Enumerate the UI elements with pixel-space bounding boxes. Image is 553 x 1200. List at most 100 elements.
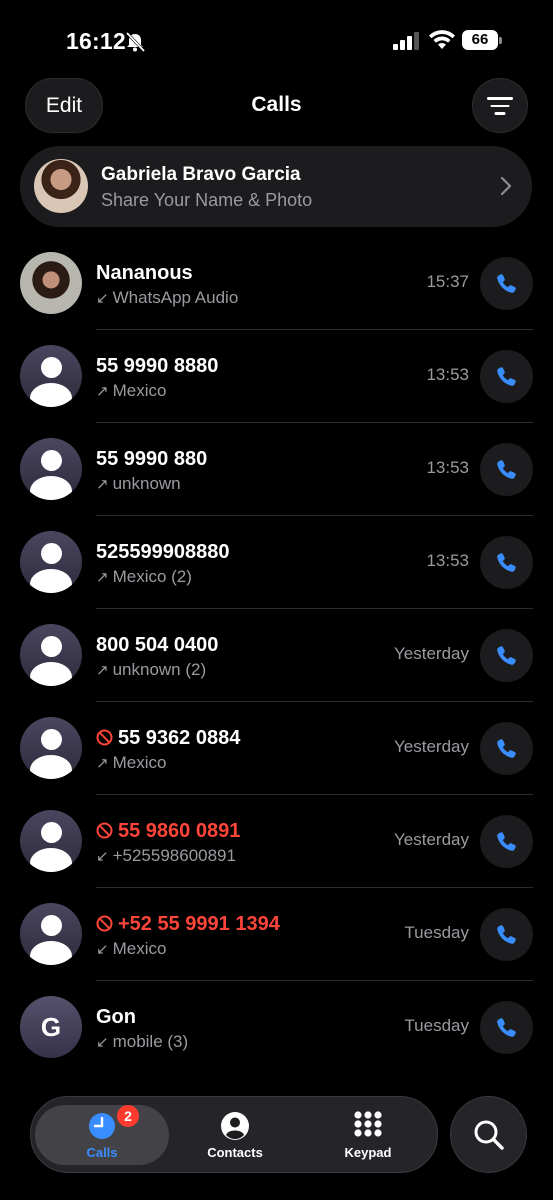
- call-row[interactable]: 55 9860 0891 ↙ +525598600891 Yesterday: [0, 810, 553, 903]
- call-row[interactable]: +52 55 9991 1394 ↙ Mexico Tuesday: [0, 903, 553, 996]
- call-back-button[interactable]: [480, 722, 533, 775]
- call-detail-text: Mexico: [112, 381, 167, 400]
- row-divider: [96, 887, 533, 888]
- tab-contacts[interactable]: Contacts: [168, 1105, 302, 1165]
- search-icon: [474, 1120, 504, 1150]
- row-divider: [96, 701, 533, 702]
- caller-name: 800 504 0400: [96, 634, 218, 657]
- call-detail: ↙ mobile (3): [96, 1032, 188, 1052]
- my-card[interactable]: Gabriela Bravo Garcia Share Your Name & …: [20, 146, 532, 227]
- call-detail-text: unknown: [112, 474, 181, 493]
- battery-indicator: 66: [462, 30, 502, 50]
- call-back-button[interactable]: [480, 257, 533, 310]
- person-circle-icon: [221, 1112, 249, 1140]
- call-row[interactable]: 55 9362 0884 ↗ Mexico Yesterday: [0, 717, 553, 810]
- profile-subtitle: Share Your Name & Photo: [101, 190, 313, 210]
- call-row[interactable]: G Gon ↙ mobile (3) Tuesday: [0, 996, 553, 1089]
- call-time: 15:37: [426, 272, 469, 291]
- call-detail: ↗ Mexico: [96, 753, 166, 773]
- profile-avatar: [34, 159, 88, 213]
- status-time: 16:12: [66, 28, 126, 54]
- person-icon: [20, 903, 82, 965]
- call-detail-text: Mexico: [112, 939, 167, 958]
- incoming-arrow-icon: ↙: [96, 290, 109, 307]
- caller-name: 55 9990 8880: [96, 355, 218, 378]
- call-detail-text: unknown (2): [112, 660, 207, 679]
- outgoing-arrow-icon: ↗: [96, 476, 109, 493]
- profile-name: Gabriela Bravo Garcia: [101, 164, 301, 185]
- page-title: Calls: [251, 93, 302, 116]
- call-detail: ↗ Mexico (2): [96, 567, 192, 587]
- call-back-button[interactable]: [480, 350, 533, 403]
- call-detail: ↙ +525598600891: [96, 846, 236, 866]
- blocked-icon: [96, 820, 118, 842]
- caller-name-text: Gon: [96, 1006, 136, 1028]
- incoming-arrow-icon: ↙: [96, 848, 109, 865]
- tab-calls[interactable]: 2 Calls: [35, 1105, 169, 1165]
- contact-initial-avatar: G: [20, 996, 82, 1058]
- person-icon: [20, 717, 82, 779]
- call-detail: ↙ Mexico: [96, 939, 166, 959]
- call-row[interactable]: 55 9990 8880 ↗ Mexico 13:53: [0, 345, 553, 438]
- call-back-button[interactable]: [480, 1001, 533, 1054]
- outgoing-arrow-icon: ↗: [96, 662, 109, 679]
- call-back-button[interactable]: [480, 815, 533, 868]
- call-detail-text: mobile (3): [112, 1032, 189, 1051]
- person-icon: [20, 345, 82, 407]
- person-icon: [20, 531, 82, 593]
- call-time: 13:53: [426, 551, 469, 570]
- battery-level: 66: [462, 30, 498, 50]
- call-back-button[interactable]: [480, 536, 533, 589]
- row-divider: [96, 422, 533, 423]
- chevron-right-icon: [500, 176, 512, 196]
- cellular-signal-icon: [393, 32, 419, 50]
- tab-bar: 2 Calls Contacts Keypad: [30, 1096, 438, 1173]
- row-divider: [96, 515, 533, 516]
- caller-name: 525599908880: [96, 541, 229, 564]
- outgoing-arrow-icon: ↗: [96, 569, 109, 586]
- wifi-icon: [429, 30, 455, 49]
- call-time: Tuesday: [404, 923, 469, 942]
- call-detail-text: +525598600891: [112, 846, 236, 865]
- incoming-arrow-icon: ↙: [96, 941, 109, 958]
- call-row[interactable]: 800 504 0400 ↗ unknown (2) Yesterday: [0, 624, 553, 717]
- tab-keypad[interactable]: Keypad: [301, 1105, 435, 1165]
- tab-calls-label: Calls: [86, 1145, 118, 1160]
- call-detail: ↗ unknown: [96, 474, 181, 494]
- call-detail: ↗ unknown (2): [96, 660, 206, 680]
- call-time: 13:53: [426, 458, 469, 477]
- person-icon: [20, 624, 82, 686]
- caller-name-text: 800 504 0400: [96, 634, 219, 656]
- caller-name-text: 55 9362 0884: [118, 727, 241, 749]
- contact-photo: [20, 252, 82, 314]
- filter-icon: [487, 97, 513, 100]
- person-icon: [20, 810, 82, 872]
- caller-name-text: 55 9990 880: [96, 448, 208, 470]
- call-time: 13:53: [426, 365, 469, 384]
- blocked-icon: [96, 727, 118, 749]
- row-divider: [96, 329, 533, 330]
- call-row[interactable]: 55 9990 880 ↗ unknown 13:53: [0, 438, 553, 531]
- bell-slash-icon: [125, 31, 146, 53]
- call-back-button[interactable]: [480, 443, 533, 496]
- call-time: Yesterday: [394, 644, 469, 663]
- keypad-icon: [354, 1111, 382, 1137]
- caller-name: 55 9990 880: [96, 448, 207, 471]
- call-row[interactable]: 525599908880 ↗ Mexico (2) 13:53: [0, 531, 553, 624]
- call-back-button[interactable]: [480, 629, 533, 682]
- call-back-button[interactable]: [480, 908, 533, 961]
- call-row[interactable]: Nananous ↙ WhatsApp Audio 15:37: [0, 252, 553, 345]
- person-icon: [20, 438, 82, 500]
- tab-contacts-label: Contacts: [207, 1145, 263, 1160]
- search-button[interactable]: [450, 1096, 527, 1173]
- caller-name: +52 55 9991 1394: [96, 913, 280, 936]
- status-bar: 16:12 66: [0, 0, 553, 80]
- caller-name-text: 55 9990 8880: [96, 355, 219, 377]
- outgoing-arrow-icon: ↗: [96, 755, 109, 772]
- filter-button[interactable]: [472, 78, 528, 133]
- incoming-arrow-icon: ↙: [96, 1034, 109, 1051]
- caller-name: Nananous: [96, 262, 193, 285]
- caller-name: Gon: [96, 1006, 136, 1029]
- caller-name: 55 9362 0884: [96, 727, 240, 750]
- tab-keypad-label: Keypad: [344, 1145, 392, 1160]
